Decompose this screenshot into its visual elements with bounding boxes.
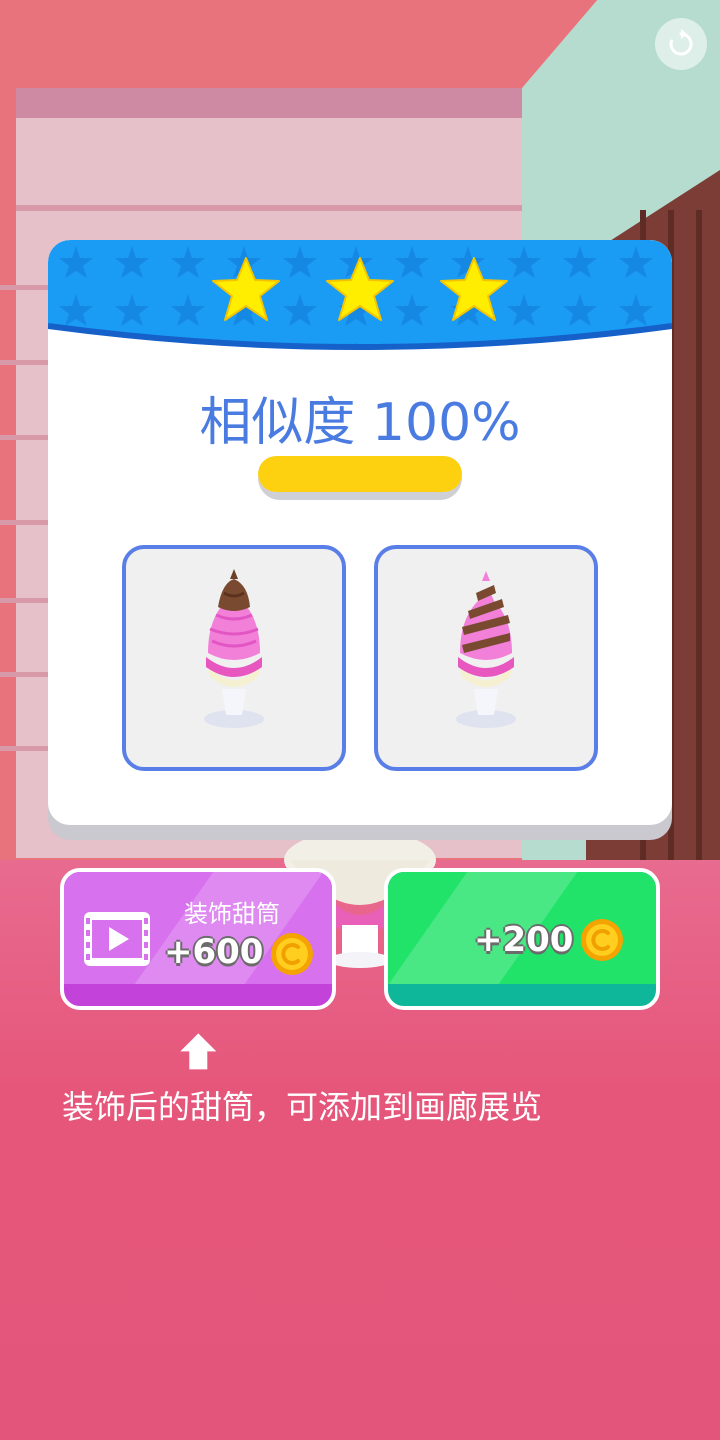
similarity-score: 相似度 100% — [199, 393, 521, 453]
coin-icon — [581, 919, 623, 961]
decorate-cone-label: 装饰甜筒 — [184, 900, 280, 928]
restart-button[interactable] — [655, 18, 707, 70]
claim-reward-button[interactable]: +200 — [384, 868, 660, 1010]
decorate-cone-button[interactable]: 装饰甜筒 +600 — [60, 868, 336, 1010]
star-icon — [212, 257, 280, 321]
progress-fill — [258, 456, 462, 492]
result-panel: 相似度 100% — [48, 240, 672, 840]
star-rating — [48, 254, 672, 326]
target-dessert-card — [122, 545, 346, 771]
restart-icon — [669, 29, 693, 56]
shelf-plank — [0, 598, 48, 603]
star-icon — [440, 257, 508, 321]
ice-cream-sundae-icon — [204, 569, 264, 728]
video-ad-icon — [84, 912, 150, 966]
shelf-plank — [16, 205, 522, 211]
progress-track — [258, 456, 462, 492]
shelf-plank — [0, 285, 48, 290]
shelf-plank — [0, 360, 48, 365]
shelf-plank — [0, 435, 48, 440]
player-dessert-card — [374, 545, 598, 771]
shelf-plank — [0, 672, 48, 677]
arrow-up-icon — [180, 1033, 217, 1070]
result-panel-body: 相似度 100% — [48, 240, 672, 825]
similarity-progress-bar — [258, 456, 462, 500]
claim-reward-amount: +200 — [474, 920, 574, 960]
star-icon — [326, 257, 394, 321]
decorate-reward-amount: +600 — [164, 932, 264, 972]
coin-icon — [271, 933, 313, 975]
gallery-hint-text: 装饰后的甜筒，可添加到画廊展览 — [62, 1088, 543, 1126]
shelf-plank — [0, 746, 48, 751]
shelf-plank — [0, 520, 48, 525]
wood-groove — [696, 210, 702, 890]
ice-cream-sundae-icon — [456, 571, 516, 728]
shelf-top-trim — [16, 88, 522, 118]
